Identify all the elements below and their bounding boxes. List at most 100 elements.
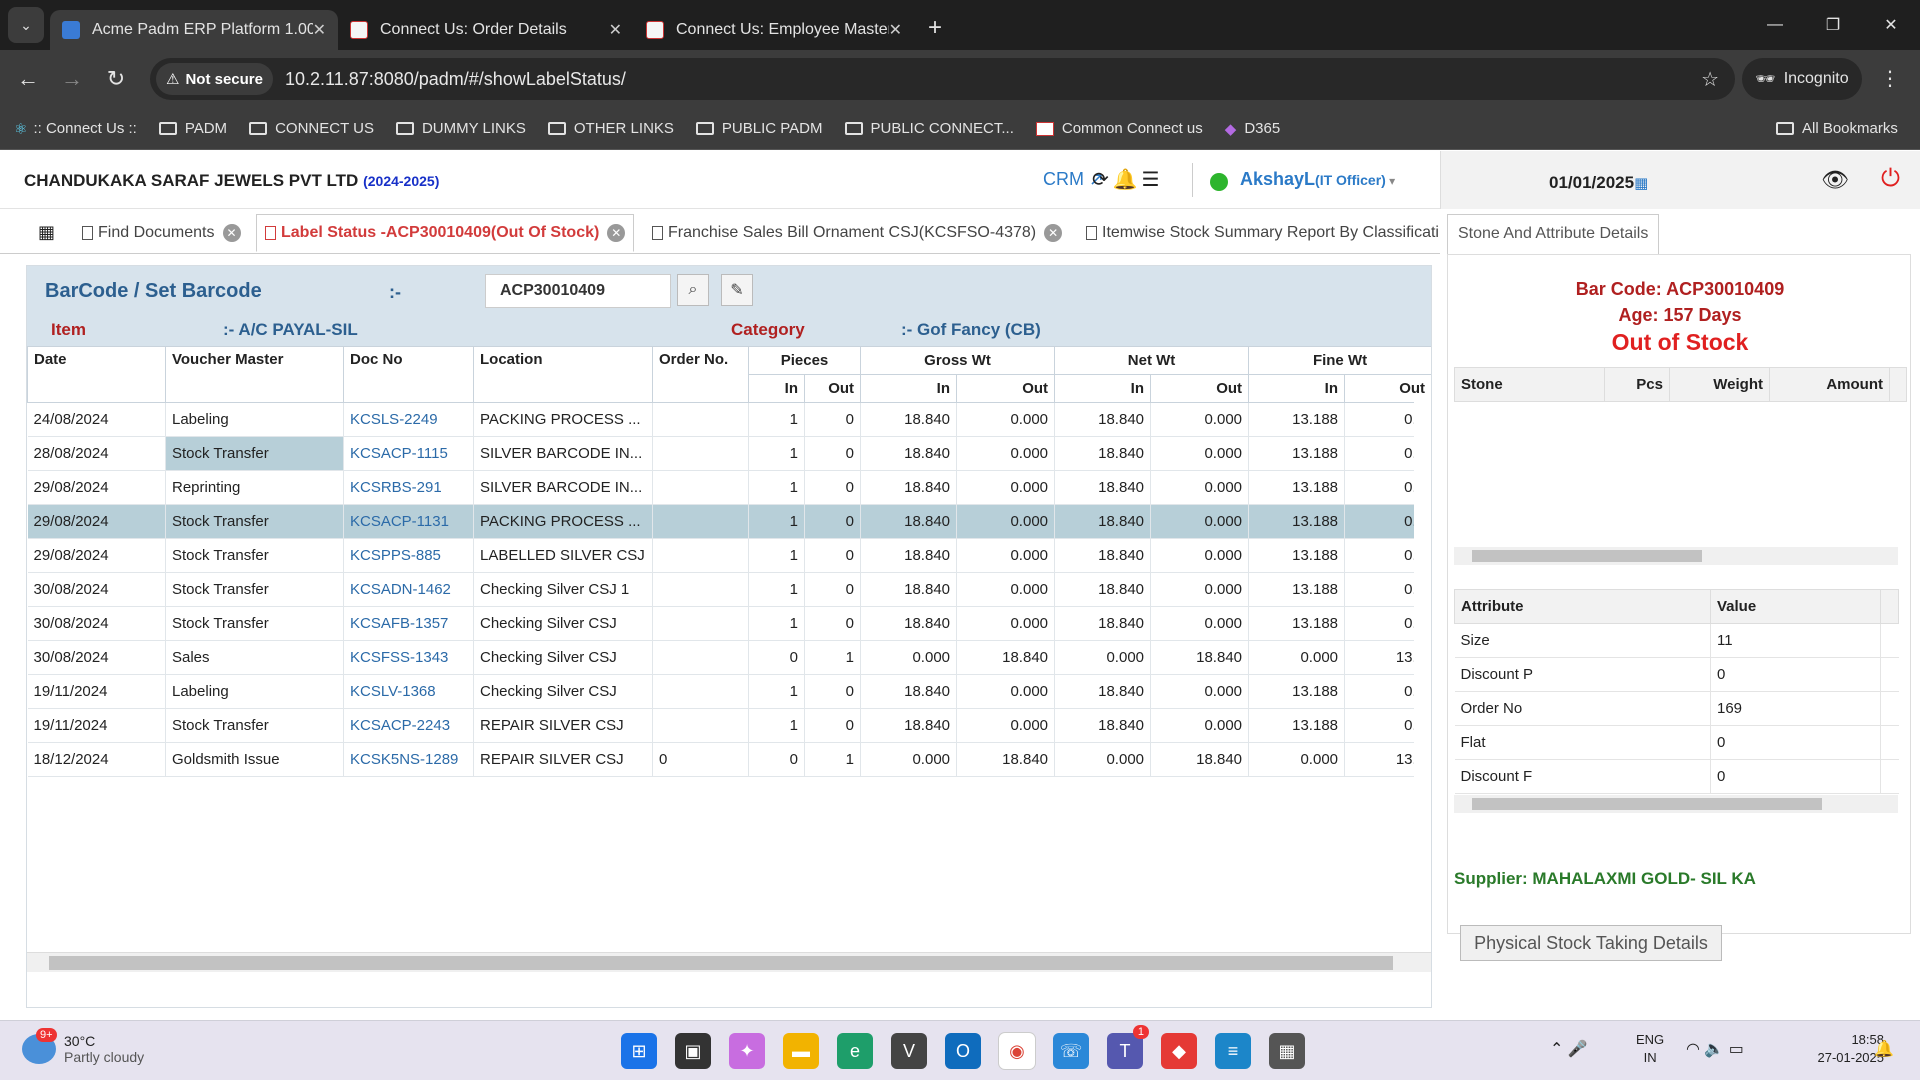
close-icon[interactable]: ✕ [313, 20, 326, 40]
column-header-location[interactable]: Location [473, 346, 653, 403]
scroll-thumb[interactable] [49, 956, 1393, 970]
browser-tab-order-details[interactable]: Connect Us: Order Details ✕ [338, 10, 634, 50]
column-header-net-out[interactable]: Out [1150, 374, 1250, 403]
close-tab-icon[interactable]: ✕ [1044, 224, 1063, 242]
battery-icon[interactable]: ▭ [1729, 1041, 1744, 1058]
close-tab-icon[interactable]: ✕ [222, 224, 241, 242]
physical-stock-taking-button[interactable]: Physical Stock Taking Details [1460, 925, 1722, 961]
grid-horizontal-scrollbar[interactable] [27, 952, 1431, 972]
search-icon[interactable]: ⌕ [677, 274, 709, 306]
cell-doc[interactable]: KCSFSS-1343 [343, 640, 474, 675]
cell-doc[interactable]: KCSLS-2249 [343, 402, 474, 437]
tab-franchise-sales-bill[interactable]: Franchise Sales Bill Ornament CSJ(KCSFSO… [644, 214, 1070, 252]
file-explorer-icon[interactable]: ▬ [783, 1033, 819, 1069]
column-header-attribute[interactable]: Attribute [1454, 589, 1711, 624]
table-row[interactable]: 29/08/2024 Stock Transfer KCSPPS-885 LABELL… [27, 538, 1431, 573]
url-text[interactable]: 10.2.11.87:8080/padm/#/showLabelStatus/ [285, 69, 626, 90]
eye-slash-icon[interactable]: 👁 [1821, 167, 1849, 193]
restore-icon[interactable]: ❐ [1804, 0, 1862, 50]
barcode-input[interactable]: ACP30010409 [485, 274, 671, 308]
chevron-up-icon[interactable]: ⌃ [1550, 1041, 1563, 1058]
notification-bell-icon[interactable]: 🔔 [1874, 1039, 1894, 1059]
edit-icon[interactable]: ✎ [721, 274, 753, 306]
language-indicator[interactable]: ENG IN [1636, 1031, 1664, 1067]
address-bar[interactable]: ⚠ Not secure 10.2.11.87:8080/padm/#/showL… [150, 58, 1735, 100]
calculator-icon[interactable]: ▦ [1269, 1033, 1305, 1069]
bookmark-folder-public-connect[interactable]: PUBLIC CONNECT... [844, 120, 1014, 137]
cell-doc[interactable]: KCSPPS-885 [343, 538, 474, 573]
attribute-horizontal-scrollbar[interactable] [1454, 795, 1898, 813]
incognito-chip[interactable]: 🕶 Incognito [1742, 58, 1862, 100]
column-header-gross-out[interactable]: Out [956, 374, 1056, 403]
column-header-pieces-in[interactable]: In [748, 374, 805, 403]
phone-link-icon[interactable]: ☏ [1053, 1033, 1089, 1069]
tab-stone-attribute-details[interactable]: Stone And Attribute Details [1447, 214, 1660, 254]
column-header-gross-in[interactable]: In [860, 374, 958, 403]
close-tab-icon[interactable]: ✕ [607, 224, 626, 242]
all-bookmarks[interactable]: All Bookmarks [1776, 120, 1898, 137]
bookmark-folder-dummy-links[interactable]: DUMMY LINKS [395, 120, 526, 137]
close-icon[interactable]: ✕ [889, 20, 902, 40]
table-row[interactable]: 30/08/2024 Stock Transfer KCSADN-1462 Check… [27, 572, 1431, 607]
chrome-icon[interactable]: ◉ [999, 1033, 1035, 1069]
scroll-thumb[interactable] [1472, 550, 1702, 562]
grid-vertical-scrollbar[interactable] [1414, 394, 1431, 942]
column-header-date[interactable]: Date [27, 346, 166, 403]
cell-doc[interactable]: KCSADN-1462 [343, 572, 474, 607]
tab-search-button[interactable]: ⌄ [8, 7, 44, 43]
microphone-icon[interactable]: 🎤 [1568, 1041, 1588, 1058]
column-header-doc-no[interactable]: Doc No [343, 346, 474, 403]
weather-widget[interactable]: 9+ 30°C Partly cloudy [22, 1028, 144, 1065]
table-row[interactable]: 19/11/2024 Stock Transfer KCSACP-2243 REPAI… [27, 708, 1431, 743]
outlook-icon[interactable]: O [945, 1033, 981, 1069]
column-header-stone[interactable]: Stone [1454, 367, 1605, 402]
bookmark-connect-us[interactable]: ⚛:: Connect Us :: [14, 120, 137, 138]
browser-tab-erp[interactable]: Acme Padm ERP Platform 1.00 ✕ [50, 10, 338, 50]
tab-find-documents[interactable]: Find Documents ✕ [74, 214, 249, 252]
bookmark-common-connect[interactable]: Common Connect us [1035, 120, 1203, 137]
bookmark-star-icon[interactable]: ☆ [1701, 67, 1719, 92]
back-arrow-icon[interactable]: ← [6, 66, 50, 92]
bookmark-folder-public-padm[interactable]: PUBLIC PADM [695, 120, 823, 137]
attribute-row[interactable]: Order No 169 [1454, 691, 1899, 726]
attribute-row[interactable]: Size 11 [1454, 623, 1899, 658]
forward-arrow-icon[interactable]: → [50, 66, 94, 92]
bookmark-folder-other-links[interactable]: OTHER LINKS [547, 120, 674, 137]
windows-start-icon[interactable]: ⊞ [621, 1033, 657, 1069]
table-row[interactable]: 29/08/2024 Stock Transfer KCSACP-1131 PACKI… [27, 504, 1431, 539]
table-row[interactable]: 30/08/2024 Stock Transfer KCSAFB-1357 Check… [27, 606, 1431, 641]
notepad-icon[interactable]: ≡ [1215, 1033, 1251, 1069]
calendar-icon[interactable]: ▦ [1634, 175, 1648, 192]
menu-list-icon[interactable]: ☰ [1142, 169, 1164, 191]
user-menu[interactable]: AkshayL(IT Officer) ▾ [1240, 169, 1395, 190]
scroll-thumb[interactable] [1472, 798, 1822, 810]
minimize-icon[interactable]: — [1746, 0, 1804, 50]
new-tab-plus-icon[interactable]: + [928, 14, 942, 42]
edge-icon[interactable]: e [837, 1033, 873, 1069]
cell-doc[interactable]: KCSLV-1368 [343, 674, 474, 709]
table-row[interactable]: 24/08/2024 Labeling KCSLS-2249 PACKING PROC… [27, 402, 1431, 437]
cell-doc[interactable]: KCSK5NS-1289 [343, 742, 474, 777]
column-header-fine-in[interactable]: In [1248, 374, 1346, 403]
bookmark-d365[interactable]: ◆ D365 [1225, 120, 1280, 138]
bookmark-folder-padm[interactable]: PADM [158, 120, 227, 137]
reload-icon[interactable]: ↻ [94, 66, 138, 92]
column-header-order-no[interactable]: Order No. [652, 346, 749, 403]
browser-menu-icon[interactable]: ⋮ [1880, 66, 1900, 91]
cell-doc[interactable]: KCSACP-1131 [343, 504, 474, 539]
teams-icon[interactable]: T1 [1107, 1025, 1149, 1069]
tab-label-status[interactable]: Label Status -ACP30010409(Out Of Stock) ✕ [256, 214, 635, 252]
column-header-weight[interactable]: Weight [1669, 367, 1770, 402]
power-icon[interactable]: ⏻ [1881, 165, 1900, 193]
task-view-icon[interactable]: ▣ [675, 1033, 711, 1069]
bookmark-folder-connect-us[interactable]: CONNECT US [249, 120, 374, 137]
table-row[interactable]: 19/11/2024 Labeling KCSLV-1368 Checking Sil… [27, 674, 1431, 709]
vnc-viewer-icon[interactable]: V [891, 1033, 927, 1069]
system-clock[interactable]: 18:58 27-01-2025 [1784, 1031, 1885, 1067]
column-header-pieces-out[interactable]: Out [803, 374, 862, 403]
copilot-icon[interactable]: ✦ [729, 1033, 765, 1069]
cell-doc[interactable]: KCSACP-1115 [343, 436, 474, 471]
refresh-icon[interactable]: ⟳ [1092, 169, 1113, 191]
bell-icon[interactable]: 🔔 [1113, 169, 1142, 191]
current-date[interactable]: 01/01/2025▦ [1549, 173, 1648, 193]
